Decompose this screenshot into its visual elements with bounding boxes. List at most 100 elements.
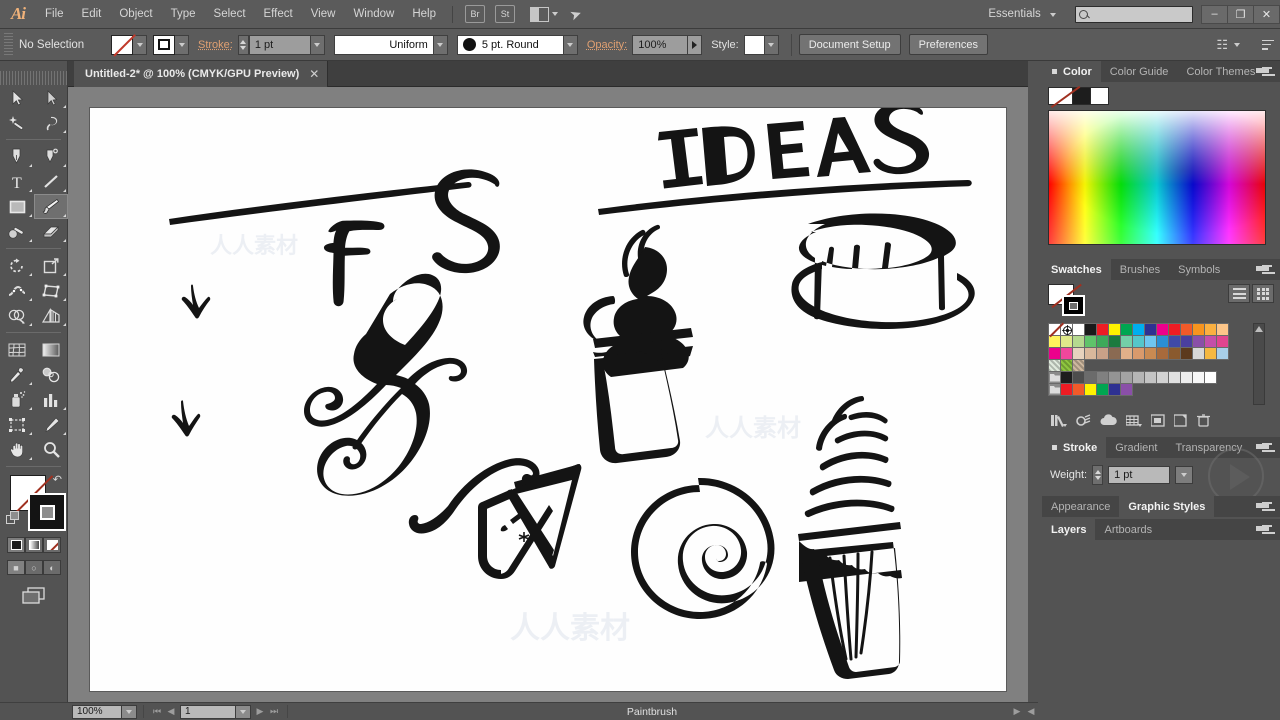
tab-layers[interactable]: Layers: [1042, 519, 1096, 540]
swatches-stroke-box[interactable]: [1062, 295, 1085, 316]
tab-appearance[interactable]: Appearance: [1042, 496, 1120, 517]
stroke-weight-dropdown-arrow[interactable]: [310, 34, 325, 55]
brush-definition-value[interactable]: 5 pt. Round: [456, 34, 564, 55]
layers-panel-body[interactable]: [1042, 540, 1280, 560]
zoom-level-value[interactable]: 100%: [72, 704, 122, 719]
magic-wand-tool[interactable]: [0, 110, 34, 135]
stock-button[interactable]: St: [495, 5, 515, 23]
opacity-popup-arrow[interactable]: [688, 34, 703, 55]
none-mode-button[interactable]: [43, 537, 61, 553]
color-group-icon[interactable]: [1150, 414, 1165, 430]
swatch-cell[interactable]: [1204, 371, 1217, 384]
arrange-documents-button[interactable]: [530, 6, 558, 22]
swatch-libraries-icon[interactable]: [1051, 414, 1067, 430]
eraser-tool[interactable]: [34, 219, 68, 244]
zoom-tool[interactable]: [34, 437, 68, 462]
style-label[interactable]: Style:: [711, 39, 739, 51]
pen-tool[interactable]: [0, 144, 34, 169]
type-tool[interactable]: T: [0, 169, 34, 194]
column-graph-tool[interactable]: [34, 387, 68, 412]
fill-swatch[interactable]: [111, 34, 133, 55]
opacity-control[interactable]: 100%: [632, 34, 703, 55]
menu-view[interactable]: View: [302, 0, 345, 29]
panel-dock-strip[interactable]: [1028, 61, 1042, 702]
stroke-color-control[interactable]: [153, 34, 189, 55]
menu-select[interactable]: Select: [205, 0, 255, 29]
opacity-label[interactable]: Opacity:: [587, 39, 627, 51]
tab-artboards[interactable]: Artboards: [1095, 519, 1162, 540]
slice-tool[interactable]: [34, 412, 68, 437]
document-setup-button[interactable]: Document Setup: [798, 34, 901, 55]
paintbrush-tool[interactable]: [34, 194, 68, 219]
scale-tool[interactable]: [34, 253, 68, 278]
color-mode-button[interactable]: [7, 537, 25, 553]
control-bar-grip[interactable]: [4, 32, 13, 57]
rectangle-tool[interactable]: [0, 194, 34, 219]
tab-symbols[interactable]: Symbols: [1169, 259, 1230, 280]
delete-swatch-icon[interactable]: [1197, 414, 1210, 430]
stock-rocket-icon[interactable]: ➤: [567, 4, 584, 24]
stroke-color-box[interactable]: [28, 493, 66, 531]
stroke-weight-dropdown[interactable]: [1175, 466, 1194, 484]
swatch-grid[interactable]: [1048, 322, 1251, 405]
stroke-dropdown-arrow[interactable]: [175, 34, 189, 55]
align-objects-icon[interactable]: ☷: [1216, 37, 1228, 53]
status-expand-icon[interactable]: ▶: [1010, 705, 1024, 719]
tab-color[interactable]: Color: [1042, 61, 1101, 82]
new-swatch-icon[interactable]: [1173, 414, 1188, 430]
close-button[interactable]: ✕: [1253, 4, 1280, 24]
color-panel-menu-icon[interactable]: [1256, 67, 1275, 77]
menu-object[interactable]: Object: [110, 0, 161, 29]
tab-graphic-styles[interactable]: Graphic Styles: [1119, 496, 1215, 517]
color-fill-swatch[interactable]: [1048, 87, 1073, 105]
stroke-label[interactable]: Stroke:: [198, 39, 233, 51]
cc-libraries-icon[interactable]: [1100, 414, 1117, 430]
artboard[interactable]: 人人素材 人人素材 人人素材: [90, 108, 1006, 691]
swatch-grid-scrollbar[interactable]: [1253, 323, 1265, 405]
perspective-grid-tool[interactable]: [34, 303, 68, 328]
variable-width-profile-control[interactable]: Uniform: [333, 34, 448, 55]
width-profile-value[interactable]: Uniform: [333, 34, 434, 55]
swatch-cell[interactable]: [1216, 347, 1229, 360]
menu-window[interactable]: Window: [344, 0, 403, 29]
stroke-weight-stepper[interactable]: [237, 34, 249, 55]
document-tab[interactable]: Untitled-2* @ 100% (CMYK/GPU Preview) ✕: [74, 61, 329, 87]
width-profile-dropdown-arrow[interactable]: [433, 34, 448, 55]
color-white-swatch[interactable]: [1091, 87, 1109, 105]
control-bar-menu-icon[interactable]: [1262, 39, 1274, 50]
hand-tool[interactable]: [0, 437, 34, 462]
restore-button[interactable]: ❐: [1227, 4, 1254, 24]
bridge-button[interactable]: Br: [465, 5, 485, 23]
tab-color-guide[interactable]: Color Guide: [1100, 61, 1178, 82]
search-input[interactable]: [1075, 5, 1193, 23]
shape-builder-tool[interactable]: [0, 303, 34, 328]
default-fill-stroke-icon[interactable]: [6, 511, 21, 526]
artboard-number-value[interactable]: 1: [180, 704, 236, 719]
graphic-style-dropdown-arrow[interactable]: [764, 34, 779, 55]
fill-dropdown-arrow[interactable]: [133, 34, 147, 55]
list-view-button[interactable]: [1228, 284, 1250, 303]
change-screen-mode-button[interactable]: [0, 587, 67, 605]
draw-behind-button[interactable]: ○: [25, 560, 43, 575]
show-swatch-kinds-icon[interactable]: [1076, 414, 1091, 430]
opacity-value[interactable]: 100%: [632, 34, 689, 55]
workspace-switcher[interactable]: Essentials: [979, 0, 1065, 29]
stroke-weight-stepper[interactable]: [1092, 465, 1104, 485]
preferences-button[interactable]: Preferences: [908, 34, 988, 55]
tab-stroke[interactable]: Stroke: [1042, 437, 1107, 458]
gradient-mode-button[interactable]: [25, 537, 43, 553]
tab-brushes[interactable]: Brushes: [1110, 259, 1170, 280]
graphic-style-control[interactable]: [743, 34, 779, 55]
swatches-panel-menu-icon[interactable]: [1256, 265, 1275, 275]
chevron-down-icon[interactable]: [1234, 42, 1240, 47]
close-icon[interactable]: ✕: [309, 67, 319, 81]
eyedropper-tool[interactable]: [0, 362, 34, 387]
menu-effect[interactable]: Effect: [255, 0, 302, 29]
layers-panel-menu-icon[interactable]: [1256, 525, 1275, 535]
brush-definition-control[interactable]: 5 pt. Round: [456, 34, 578, 55]
next-artboard-button[interactable]: ▶: [253, 705, 267, 719]
zoom-control[interactable]: 100%: [72, 704, 137, 719]
menu-help[interactable]: Help: [403, 0, 445, 29]
stroke-weight-control[interactable]: 1 pt: [237, 34, 325, 55]
last-artboard-button[interactable]: ⏭: [267, 705, 281, 719]
